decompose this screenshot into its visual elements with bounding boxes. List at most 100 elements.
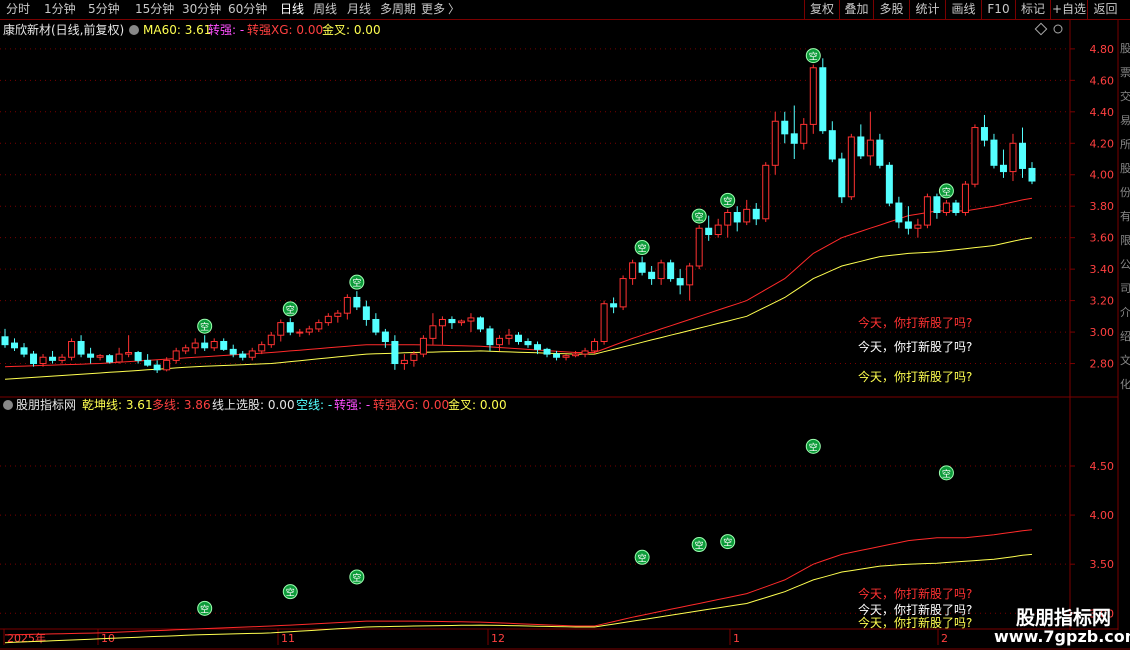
period-tab[interactable]: 1分钟 — [44, 1, 76, 18]
toolbar-button[interactable]: 多股 — [873, 0, 909, 19]
side-strip: 股票交易所股份有限公司介绍文化 — [1119, 20, 1130, 650]
period-tab[interactable]: 更多 — [421, 1, 445, 18]
period-tab[interactable]: 周线 — [313, 1, 337, 18]
candle — [971, 124, 979, 188]
candle-body — [324, 315, 332, 324]
y-tick-label: 2.80 — [1090, 358, 1115, 371]
candle-body — [87, 353, 95, 358]
candle — [296, 328, 304, 337]
candle-body — [790, 133, 798, 144]
period-tab[interactable]: 月线 — [347, 1, 371, 18]
candle — [372, 313, 380, 336]
kong-marker-glyph: 空 — [286, 587, 295, 599]
period-tab[interactable]: 多周期 — [380, 1, 416, 18]
candle-body — [163, 359, 171, 371]
side-strip-char: 化 — [1120, 378, 1130, 391]
candle-body — [534, 344, 542, 350]
kong-marker-glyph: 空 — [723, 537, 732, 549]
candle-body — [49, 356, 57, 361]
period-tab[interactable]: 5分钟 — [88, 1, 120, 18]
candle — [990, 133, 998, 169]
period-tab[interactable]: 60分钟 — [228, 1, 267, 18]
kong-marker: 空 — [634, 240, 650, 256]
candle-body — [96, 355, 104, 358]
candle — [438, 316, 446, 345]
candle — [343, 294, 351, 320]
candle — [1, 328, 9, 348]
note-yellow: 今天，你打新股了吗? — [858, 615, 972, 630]
more-arrow-icon[interactable]: 〉 — [448, 1, 460, 18]
dropdown-icon — [3, 400, 13, 410]
candle — [419, 335, 427, 358]
period-tab[interactable]: 日线 — [280, 1, 304, 18]
candle — [610, 297, 618, 314]
toolbar-button[interactable]: +自选 — [1050, 0, 1087, 19]
candle-body — [125, 352, 133, 355]
candle — [933, 193, 941, 219]
candle — [495, 335, 503, 351]
candle — [629, 259, 637, 285]
toolbar-button[interactable]: 叠加 — [839, 0, 873, 19]
candle-body — [771, 120, 779, 166]
candle — [201, 335, 209, 351]
candle-body — [334, 312, 342, 317]
candle — [362, 300, 370, 326]
y-tick-label: 4.40 — [1090, 106, 1115, 119]
x-tick-label: 11 — [281, 632, 295, 645]
toolbar-button[interactable]: 标记 — [1015, 0, 1050, 19]
x-tick-label: 2 — [941, 632, 948, 645]
toolbar-button[interactable]: 统计 — [909, 0, 945, 19]
kong-marker-glyph: 空 — [638, 552, 647, 564]
candle — [191, 338, 199, 355]
kong-marker-glyph: 空 — [200, 321, 209, 333]
candle — [49, 350, 57, 364]
toolbar: 分时 1分钟 5分钟 15分钟 30分钟 60分钟 日线 周线 月线 多周期 更多〉 复权 叠加 多股 统计… — [0, 0, 1130, 20]
candle-body — [591, 341, 599, 352]
candle-body — [686, 265, 694, 286]
candle-body — [30, 353, 38, 365]
candle-body — [885, 164, 893, 204]
candle — [1009, 133, 1017, 182]
candle — [809, 64, 817, 134]
kong-marker: 空 — [938, 465, 954, 481]
candle — [58, 354, 66, 364]
kong-marker: 空 — [720, 534, 736, 550]
candle — [68, 338, 76, 361]
candle-body — [410, 353, 418, 361]
candle-body — [191, 342, 199, 349]
candle-body — [923, 196, 931, 226]
kong-marker-glyph: 空 — [352, 572, 361, 584]
candle-body — [20, 347, 28, 355]
zhuanqiang-label: 转强: - — [208, 22, 244, 37]
period-tab[interactable]: 30分钟 — [182, 1, 221, 18]
candle — [277, 319, 285, 342]
candle-body — [134, 352, 142, 361]
candle — [695, 225, 703, 270]
toolbar-button[interactable]: 返回 — [1087, 0, 1123, 19]
candle-body — [258, 344, 266, 352]
candle — [248, 347, 256, 361]
kong-marker: 空 — [197, 318, 213, 334]
diamond-icon — [1034, 22, 1048, 36]
kong-marker: 空 — [349, 274, 365, 290]
toolbar-button[interactable]: 画线 — [945, 0, 981, 19]
candle-body — [229, 348, 237, 355]
candle-body — [714, 224, 722, 236]
period-tab[interactable]: 分时 — [6, 1, 30, 18]
candle-body — [343, 296, 351, 314]
candle-body — [429, 325, 437, 339]
side-strip-char: 份 — [1120, 186, 1130, 199]
candle-body — [248, 350, 256, 358]
candle — [400, 354, 408, 370]
period-tab[interactable]: 15分钟 — [135, 1, 174, 18]
candle — [638, 256, 646, 276]
candle-body — [1028, 167, 1036, 182]
toolbar-button[interactable]: 复权 — [804, 0, 839, 19]
candle — [819, 58, 827, 134]
toolbar-button[interactable]: F10 — [981, 0, 1015, 19]
candle — [581, 347, 589, 358]
side-strip-char: 交 — [1120, 90, 1130, 103]
candle-body — [448, 318, 456, 324]
side-strip-char: 司 — [1120, 282, 1130, 295]
ma60-label: MA60: 3.61 — [143, 23, 211, 37]
